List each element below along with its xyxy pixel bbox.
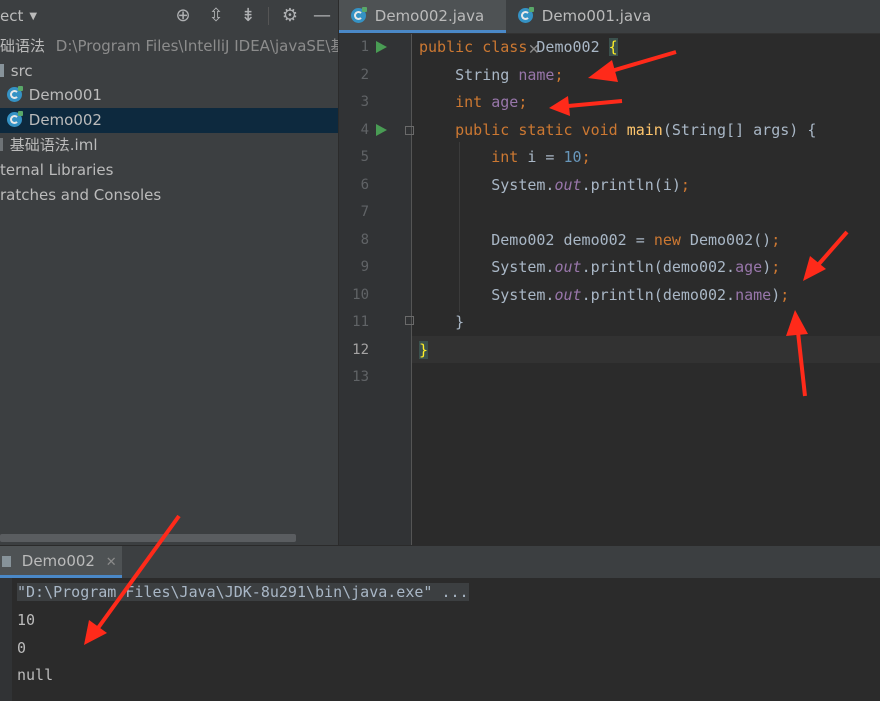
project-toolbar: ect ▼ ⊕ ⇳ ⇟ ⚙ — bbox=[0, 0, 338, 33]
line-number: 1 bbox=[360, 39, 369, 55]
project-panel: ect ▼ ⊕ ⇳ ⇟ ⚙ — 础语法 D:\Program Files\Inte… bbox=[0, 0, 338, 545]
code-line: } bbox=[419, 313, 465, 331]
line-number: 12 bbox=[352, 341, 369, 358]
tree-item-src[interactable]: src bbox=[0, 59, 338, 84]
line-number: 10 bbox=[352, 286, 369, 303]
line-number: 6 bbox=[360, 176, 369, 193]
run-config-icon bbox=[2, 556, 11, 567]
tab-label: Demo002.java bbox=[374, 7, 485, 25]
fold-marker-icon[interactable] bbox=[405, 316, 414, 325]
console-line: 0 bbox=[17, 639, 27, 657]
tree-item-scratches[interactable]: ratches and Consoles bbox=[0, 183, 338, 208]
tree-item-demo001[interactable]: Demo001 bbox=[0, 83, 338, 108]
run-gutter-icon[interactable] bbox=[376, 41, 387, 53]
code-line: } bbox=[419, 340, 429, 359]
line-number: 4 bbox=[360, 121, 369, 138]
line-number: 13 bbox=[352, 369, 369, 385]
code-line: Demo002 demo002 = new Demo002(); bbox=[419, 230, 781, 249]
editor-tab-bar: Demo002.java Demo001.java ✕ bbox=[339, 0, 880, 58]
tree-item-iml[interactable]: 基础语法.iml bbox=[0, 133, 338, 158]
console-gutter bbox=[0, 578, 12, 701]
toolbar-divider bbox=[268, 7, 269, 25]
src-label: src bbox=[10, 62, 33, 80]
tree-item-external-libraries[interactable]: ternal Libraries bbox=[0, 158, 338, 183]
file-label: Demo002 bbox=[28, 111, 102, 129]
line-number: 11 bbox=[352, 314, 369, 330]
arrow-to-println-age bbox=[803, 230, 849, 281]
tab-demo001[interactable]: Demo001.java ✕ bbox=[506, 0, 676, 58]
tab-label: Demo001.java bbox=[541, 7, 652, 25]
root-module-path: D:\Program Files\IntelliJ IDEA\javaSE\基础 bbox=[55, 37, 338, 55]
line-number: 2 bbox=[360, 66, 369, 83]
chevron-down-icon: ▼ bbox=[29, 11, 38, 22]
scratches-label: ratches and Consoles bbox=[0, 186, 162, 204]
arrow-to-field-name bbox=[588, 50, 677, 82]
console-line: "D:\Program Files\Java\JDK-8u291\bin\jav… bbox=[17, 583, 469, 601]
code-line: public static void main(String[] args) { bbox=[455, 120, 817, 139]
folder-icon bbox=[0, 64, 4, 77]
iml-file-icon bbox=[0, 138, 3, 151]
java-class-icon bbox=[351, 7, 367, 23]
minimize-icon[interactable]: — bbox=[311, 5, 333, 27]
java-class-icon bbox=[7, 86, 23, 102]
run-gutter-icon[interactable] bbox=[376, 124, 387, 136]
gear-icon[interactable]: ⚙ bbox=[279, 5, 301, 27]
horizontal-scrollbar[interactable] bbox=[0, 534, 296, 542]
code-line: System.out.println(demo002.age); bbox=[419, 258, 781, 276]
run-tab-label: Demo002 bbox=[21, 552, 95, 570]
java-class-icon bbox=[518, 7, 534, 23]
file-label: 基础语法.iml bbox=[9, 136, 98, 154]
java-class-icon bbox=[7, 111, 23, 127]
tab-demo002[interactable]: Demo002.java bbox=[339, 0, 506, 33]
code-line: int i = 10; bbox=[491, 148, 591, 166]
code-line: System.out.println(demo002.name); bbox=[419, 285, 790, 304]
current-line-highlight bbox=[412, 336, 880, 363]
console-command: "D:\Program Files\Java\JDK-8u291\bin\jav… bbox=[17, 583, 469, 601]
gutter-divider bbox=[411, 34, 412, 545]
expand-all-icon[interactable]: ⇳ bbox=[205, 5, 227, 27]
file-label: Demo001 bbox=[28, 86, 102, 104]
line-number: 9 bbox=[360, 259, 369, 275]
root-module-name: 础语法 bbox=[0, 37, 46, 55]
project-view-selector[interactable]: ect ▼ bbox=[0, 7, 37, 25]
project-view-label: ect bbox=[0, 7, 24, 25]
code-line: System.out.println(i); bbox=[419, 175, 690, 194]
line-number: 5 bbox=[360, 149, 369, 165]
code-line: int age; bbox=[455, 93, 528, 111]
line-number: 7 bbox=[360, 204, 369, 220]
arrow-to-field-age bbox=[549, 96, 623, 116]
line-number: 3 bbox=[360, 94, 369, 110]
tree-item-root[interactable]: 础语法 D:\Program Files\IntelliJ IDEA\javaS… bbox=[0, 34, 338, 59]
console-line: 10 bbox=[17, 611, 36, 629]
close-icon[interactable]: ✕ bbox=[106, 555, 117, 570]
run-tool-window-header bbox=[0, 546, 880, 578]
run-tab[interactable]: Demo002 ✕ bbox=[0, 546, 122, 578]
code-line: String name; bbox=[419, 65, 564, 84]
tree-item-demo002[interactable]: Demo002 bbox=[0, 108, 338, 133]
console-line: null bbox=[17, 666, 54, 684]
line-number: 8 bbox=[360, 231, 369, 248]
collapse-all-icon[interactable]: ⇟ bbox=[237, 5, 259, 27]
fold-marker-icon[interactable] bbox=[405, 126, 414, 135]
code-line: public class Demo002 { bbox=[419, 38, 618, 56]
locate-icon[interactable]: ⊕ bbox=[172, 5, 194, 27]
external-libraries-label: ternal Libraries bbox=[0, 161, 114, 179]
